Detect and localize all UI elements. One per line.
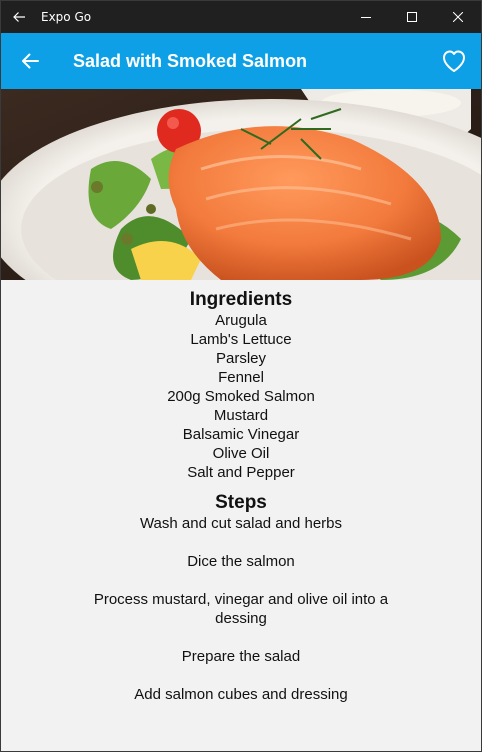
step-item: Process mustard, vinegar and olive oil i… [93,591,389,627]
step-item: Dice the salmon [187,553,295,570]
arrow-left-icon [22,53,39,69]
step-item: Wash and cut salad and herbs [139,515,343,532]
ingredient-item: Arugula [215,312,267,329]
minimize-button[interactable] [343,1,389,33]
step-item: Prepare the salad [181,648,301,665]
recipe-photo [1,89,481,280]
ingredients-list: Arugula Lamb's Lettuce Parsley Fennel 20… [1,311,481,482]
recipe-content: Ingredients Arugula Lamb's Lettuce Parsl… [1,280,481,723]
ingredient-item: Salt and Pepper [187,464,295,481]
arrow-left-icon [13,12,25,22]
steps-heading: Steps [215,492,267,513]
ingredient-item: Lamb's Lettuce [190,331,292,348]
titlebar-back-button[interactable] [1,1,37,33]
window-titlebar: Expo Go [1,1,481,33]
step-item: Add salmon cubes and dressing [134,686,348,703]
ingredients-heading: Ingredients [189,289,293,310]
favorite-button[interactable] [427,33,481,89]
ingredient-item: Balsamic Vinegar [182,426,300,443]
page-title: Salad with Smoked Salmon [73,50,308,71]
close-icon [453,12,463,22]
app-window: Expo Go Salad with Smoked Salmon Ingredi… [0,0,482,752]
app-header: Salad with Smoked Salmon [1,33,481,89]
close-button[interactable] [435,1,481,33]
heart-outline-icon [443,50,465,72]
back-button[interactable] [1,33,59,89]
ingredient-item: Mustard [213,407,269,424]
steps-list: Wash and cut salad and herbs Dice the sa… [1,514,481,704]
minimize-icon [361,17,371,18]
ingredient-item: Parsley [215,350,267,367]
ingredient-item: 200g Smoked Salmon [167,388,315,405]
salad-with-smoked-salmon-photo [1,89,481,280]
maximize-icon [407,12,417,22]
ingredient-item: Olive Oil [212,445,270,462]
window-title: Expo Go [41,10,92,24]
maximize-button[interactable] [389,1,435,33]
ingredient-item: Fennel [218,369,264,386]
